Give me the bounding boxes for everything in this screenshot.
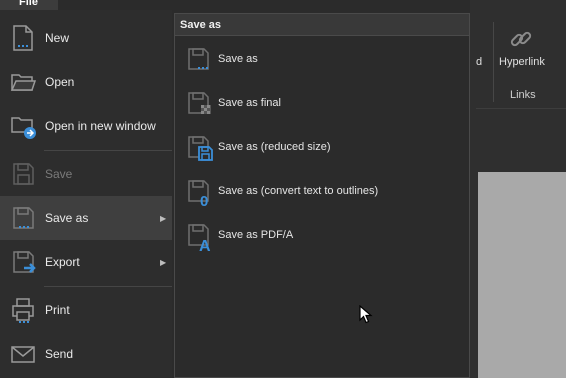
- menu-item-label: Export: [45, 255, 80, 269]
- save-as-submenu: Save as Save as Save as final Save as (r…: [174, 13, 470, 378]
- mouse-cursor-icon: [359, 305, 373, 325]
- menu-item-send[interactable]: Send: [0, 332, 172, 376]
- menu-item-save-as[interactable]: Save as ▶: [0, 196, 172, 240]
- submenu-item-label: Save as (reduced size): [218, 141, 331, 153]
- hyperlink-button-label[interactable]: Hyperlink: [499, 56, 545, 68]
- submenu-item-label: Save as (convert text to outlines): [218, 185, 379, 197]
- submenu-item-label: Save as PDF/A: [218, 229, 294, 241]
- submenu-item-label: Save as: [218, 53, 258, 65]
- save-pdfa-icon: A: [185, 221, 215, 251]
- menu-item-label: Open: [45, 75, 75, 89]
- folder-open-icon: [10, 68, 36, 96]
- menu-separator: [44, 286, 172, 287]
- menu-separator: [44, 150, 172, 151]
- menu-item-print[interactable]: Print: [0, 288, 172, 332]
- submenu-item-save-reduced[interactable]: Save as (reduced size): [175, 126, 469, 170]
- file-tab[interactable]: File: [0, 0, 58, 10]
- folder-new-window-icon: [10, 112, 36, 140]
- menu-item-label: New: [45, 31, 70, 45]
- menu-item-export[interactable]: Export ▶: [0, 240, 172, 284]
- menu-item-label: Open in new window: [45, 119, 156, 133]
- new-document-icon: [10, 24, 36, 52]
- save-outlines-icon: 0: [185, 177, 215, 207]
- save-reduced-size-icon: [185, 133, 215, 163]
- links-group-label: Links: [510, 89, 536, 101]
- chevron-right-icon: ▶: [160, 257, 167, 267]
- menu-item-label: Save as: [45, 211, 89, 225]
- submenu-item-save-as-final[interactable]: Save as final: [175, 82, 469, 126]
- export-icon: [10, 248, 36, 276]
- submenu-item-save-as[interactable]: Save as: [175, 38, 469, 82]
- submenu-title: Save as: [175, 14, 469, 36]
- file-menu: New Open Open in new window Save Save as…: [0, 10, 172, 378]
- menu-item-open[interactable]: Open: [0, 60, 172, 104]
- submenu-item-save-pdfa[interactable]: A Save as PDF/A: [175, 214, 469, 258]
- ribbon-truncated-label: d: [476, 56, 483, 68]
- document-page: [478, 172, 566, 378]
- svg-text:0: 0: [200, 193, 208, 207]
- menu-item-open-new-window[interactable]: Open in new window: [0, 104, 172, 148]
- file-tab-label: File: [19, 0, 38, 8]
- ribbon-divider: [493, 22, 494, 102]
- save-as-icon: [10, 204, 36, 232]
- hyperlink-icon[interactable]: [508, 26, 534, 52]
- send-mail-icon: [10, 340, 36, 368]
- menu-item-new[interactable]: New: [0, 16, 172, 60]
- menu-item-label: Print: [45, 303, 70, 317]
- menu-item-save: Save: [0, 152, 172, 196]
- submenu-item-save-outlines[interactable]: 0 Save as (convert text to outlines): [175, 170, 469, 214]
- menu-item-label: Send: [45, 347, 74, 361]
- menu-item-label: Save: [45, 167, 73, 181]
- save-as-final-icon: [185, 89, 215, 119]
- save-as-icon: [185, 45, 215, 75]
- print-icon: [10, 296, 36, 324]
- svg-text:A: A: [199, 238, 211, 251]
- save-icon: [10, 160, 36, 188]
- chevron-right-icon: ▶: [160, 213, 167, 223]
- submenu-item-label: Save as final: [218, 97, 281, 109]
